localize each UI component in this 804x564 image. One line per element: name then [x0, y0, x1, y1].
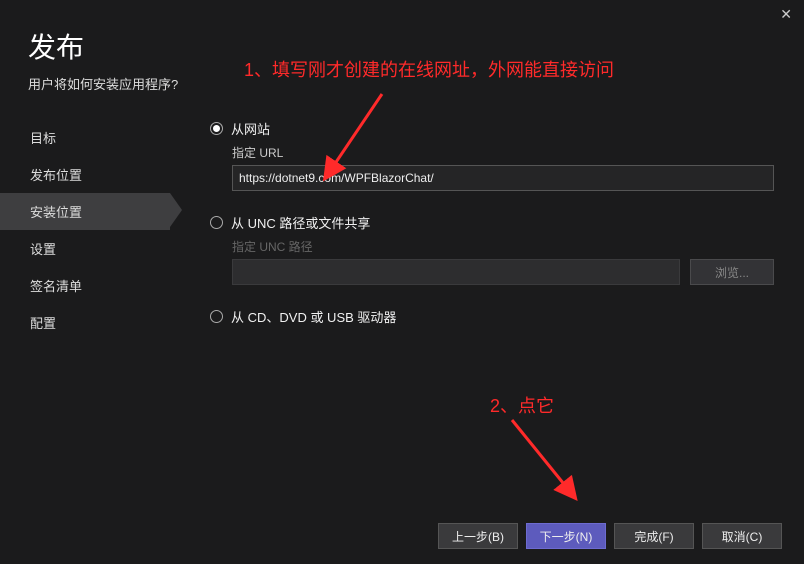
- option-unc: 从 UNC 路径或文件共享 指定 UNC 路径 浏览...: [210, 213, 774, 285]
- browse-button: 浏览...: [690, 259, 774, 285]
- option-label: 从 CD、DVD 或 USB 驱动器: [231, 307, 396, 326]
- sidebar-item-settings[interactable]: 设置: [0, 230, 170, 267]
- unc-input: [232, 259, 680, 285]
- radio-icon[interactable]: [210, 122, 223, 135]
- url-input[interactable]: [232, 165, 774, 191]
- sidebar-item-config[interactable]: 配置: [0, 304, 170, 341]
- sidebar-item-label: 安装位置: [30, 205, 82, 220]
- content: 目标 发布位置 安装位置 设置 签名清单 配置 从网站 指定 URL 从 UNC…: [0, 113, 804, 493]
- sidebar-item-publish-location[interactable]: 发布位置: [0, 156, 170, 193]
- cancel-button[interactable]: 取消(C): [702, 523, 782, 549]
- radio-row-website[interactable]: 从网站: [210, 119, 774, 138]
- option-label: 从 UNC 路径或文件共享: [231, 213, 370, 232]
- option-label: 从网站: [231, 119, 270, 138]
- option-website: 从网站 指定 URL: [210, 119, 774, 191]
- main-panel: 从网站 指定 URL 从 UNC 路径或文件共享 指定 UNC 路径 浏览...: [170, 113, 804, 493]
- sidebar-item-signing[interactable]: 签名清单: [0, 267, 170, 304]
- radio-row-media[interactable]: 从 CD、DVD 或 USB 驱动器: [210, 307, 774, 326]
- radio-row-unc[interactable]: 从 UNC 路径或文件共享: [210, 213, 774, 232]
- sidebar-item-label: 配置: [30, 316, 56, 331]
- sidebar-item-label: 设置: [30, 242, 56, 257]
- radio-icon[interactable]: [210, 216, 223, 229]
- header: 发布 用户将如何安装应用程序?: [0, 0, 804, 93]
- finish-button[interactable]: 完成(F): [614, 523, 694, 549]
- page-subtitle: 用户将如何安装应用程序?: [28, 74, 804, 93]
- sidebar-item-install-location[interactable]: 安装位置: [0, 193, 170, 230]
- option-media: 从 CD、DVD 或 USB 驱动器: [210, 307, 774, 326]
- close-icon[interactable]: ✕: [780, 6, 792, 23]
- sidebar-item-target[interactable]: 目标: [0, 119, 170, 156]
- back-button[interactable]: 上一步(B): [438, 523, 518, 549]
- sidebar-item-label: 发布位置: [30, 168, 82, 183]
- url-field-label: 指定 URL: [232, 144, 774, 161]
- footer: 上一步(B) 下一步(N) 完成(F) 取消(C): [0, 508, 804, 564]
- unc-field-label: 指定 UNC 路径: [232, 238, 774, 255]
- sidebar: 目标 发布位置 安装位置 设置 签名清单 配置: [0, 113, 170, 493]
- sidebar-item-label: 目标: [30, 131, 56, 146]
- next-button[interactable]: 下一步(N): [526, 523, 606, 549]
- radio-icon[interactable]: [210, 310, 223, 323]
- page-title: 发布: [28, 26, 804, 66]
- sidebar-item-label: 签名清单: [30, 279, 82, 294]
